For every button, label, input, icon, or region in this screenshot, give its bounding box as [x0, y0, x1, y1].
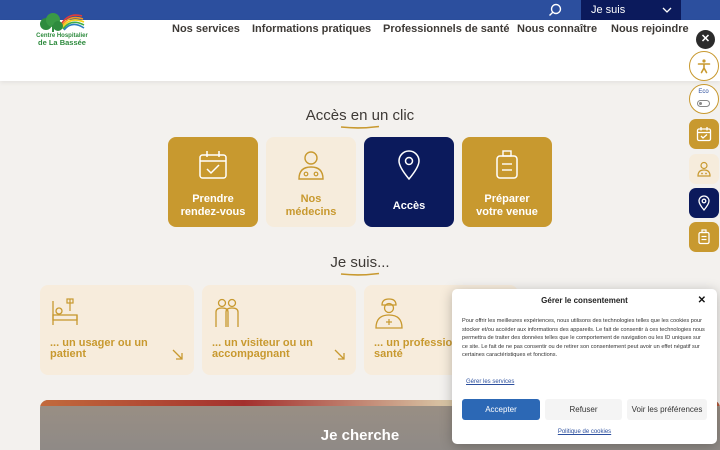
nav-informations-pratiques[interactable]: Informations pratiques [252, 23, 371, 35]
accessibility-button[interactable] [689, 51, 719, 81]
nav-nos-services[interactable]: Nos services [172, 23, 240, 35]
nurse-icon [375, 298, 403, 329]
je-suis-card-label: ... un usager ou un patient [50, 337, 148, 360]
side-doctors-button[interactable] [689, 154, 719, 184]
hospital-bed-icon [52, 298, 78, 325]
consent-dialog: Gérer le consentement ✕ Pour offrir les … [452, 289, 717, 444]
refuse-button[interactable]: Refuser [545, 399, 622, 420]
arrow-down-right-icon [172, 349, 183, 360]
calendar-check-icon [696, 127, 712, 142]
location-pin-icon [698, 195, 710, 211]
je-suis-select[interactable]: Je suis [581, 0, 681, 20]
quick-card-label: Préparer votre venue [476, 193, 538, 218]
close-icon[interactable]: ✕ [698, 295, 706, 306]
quick-card-label: Prendre rendez-vous [180, 193, 246, 218]
acces-section-title: Accès en un clic [305, 107, 415, 124]
side-access-button[interactable] [689, 188, 719, 218]
quick-card-prepare-visit[interactable]: Préparer votre venue [462, 137, 552, 227]
je-suis-section-title: Je suis... [330, 254, 390, 271]
quick-card-appointment[interactable]: Prendre rendez-vous [168, 137, 258, 227]
search-icon[interactable] [546, 2, 564, 18]
location-pin-icon [398, 150, 420, 181]
chevron-down-icon [662, 7, 672, 13]
visitors-icon [215, 298, 239, 327]
logo-text: Centre Hospitalier de La Bassée [36, 33, 88, 47]
manage-services-link[interactable]: Gérer les services [466, 379, 514, 385]
close-side-toolbar-button[interactable]: ✕ [696, 30, 715, 49]
doctor-icon [298, 151, 324, 180]
nav-nous-rejoindre[interactable]: Nous rejoindre [611, 23, 689, 35]
je-suis-card-visitor[interactable]: ... un visiteur ou un accompagnant [202, 285, 356, 375]
je-suis-card-patient[interactable]: ... un usager ou un patient [40, 285, 194, 375]
je-suis-card-label: ... un visiteur ou un accompagnant [212, 337, 313, 360]
je-suis-select-label: Je suis [591, 4, 626, 16]
consent-title: Gérer le consentement [541, 296, 628, 305]
quick-card-label: Nos médecins [285, 193, 337, 218]
suitcase-icon [496, 150, 518, 179]
title-underline [340, 272, 380, 276]
doctor-icon [697, 161, 711, 177]
side-prepare-visit-button[interactable] [689, 222, 719, 252]
suitcase-icon [698, 229, 710, 245]
eco-label: Eco [698, 89, 709, 95]
arrow-down-right-icon [334, 349, 345, 360]
consent-text: Pour offrir les meilleures expériences, … [462, 318, 705, 359]
accept-button[interactable]: Accepter [462, 399, 540, 420]
cookie-policy-link[interactable]: Politique de cookies [452, 429, 717, 435]
calendar-check-icon [199, 151, 227, 179]
quick-card-label: Accès [392, 200, 426, 212]
view-preferences-button[interactable]: Voir les préférences [627, 399, 707, 420]
quick-card-access[interactable]: Accès [364, 137, 454, 227]
quick-card-doctors[interactable]: Nos médecins [266, 137, 356, 227]
title-underline [340, 125, 380, 129]
nav-nous-connaitre[interactable]: Nous connaître [517, 23, 597, 35]
nav-professionnels-de-sante[interactable]: Professionnels de santé [383, 23, 510, 35]
accessibility-icon [697, 59, 711, 74]
eco-switch [697, 100, 710, 107]
